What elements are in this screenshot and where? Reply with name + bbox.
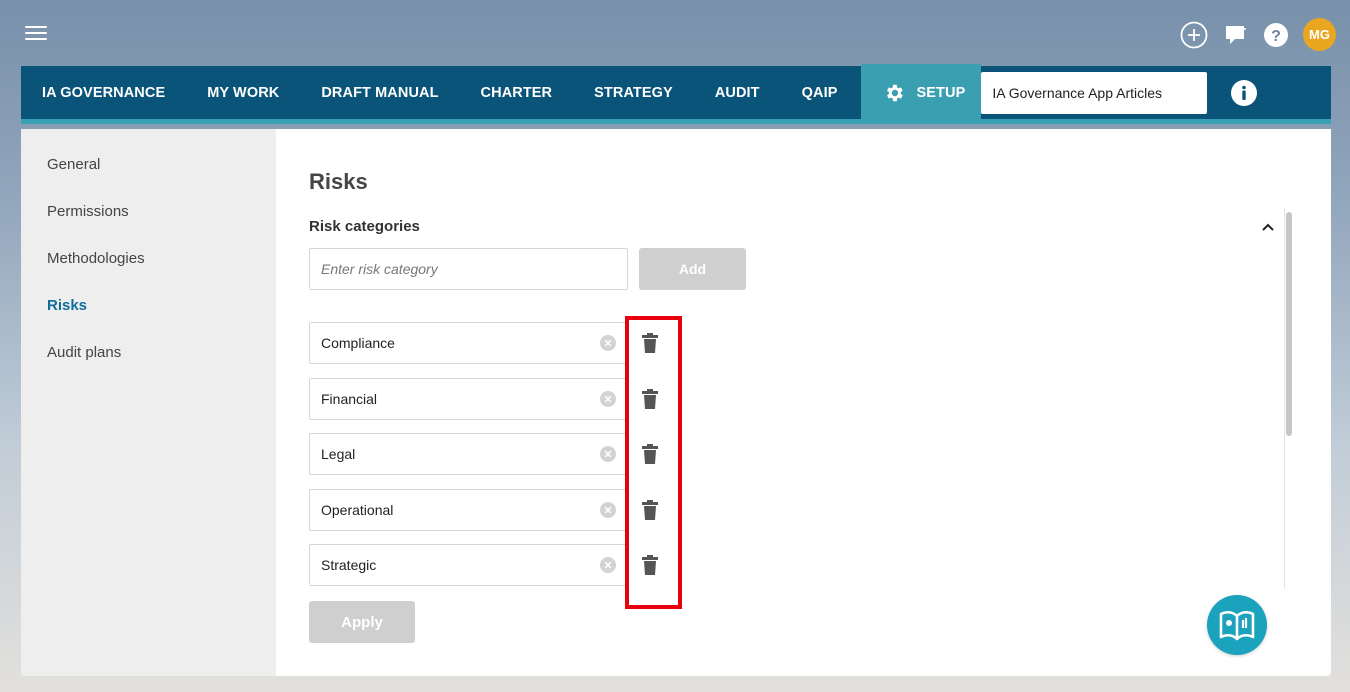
add-button[interactable]: Add <box>639 248 746 290</box>
help-icon[interactable]: ? <box>1262 21 1290 49</box>
apply-button[interactable]: Apply <box>309 601 415 643</box>
nav-qaip[interactable]: QAIP <box>781 64 859 122</box>
category-label: Operational <box>321 502 394 518</box>
scrollbar-thumb[interactable] <box>1286 212 1292 436</box>
main-nav: IA GOVERNANCE MY WORK DRAFT MANUAL CHART… <box>21 63 1331 124</box>
nav-charter[interactable]: CHARTER <box>460 64 574 122</box>
category-field[interactable]: Operational <box>309 489 628 531</box>
chevron-up-icon[interactable] <box>1260 219 1276 235</box>
chat-icon[interactable] <box>1221 21 1249 49</box>
category-field[interactable]: Financial <box>309 378 628 420</box>
main-content: Risks Risk categories Add Compliance Fin… <box>276 129 1331 676</box>
info-icon[interactable] <box>1230 79 1258 107</box>
section-title: Risk categories <box>309 218 420 235</box>
nav-setup-label: SETUP <box>916 84 966 101</box>
clear-icon[interactable] <box>600 446 616 462</box>
nav-my-work[interactable]: MY WORK <box>186 64 300 122</box>
sidebar-item-permissions[interactable]: Permissions <box>21 203 276 250</box>
setup-sidebar: General Permissions Methodologies Risks … <box>21 129 276 676</box>
clear-icon[interactable] <box>600 502 616 518</box>
delete-highlight-box <box>625 316 682 609</box>
sidebar-item-general[interactable]: General <box>21 156 276 203</box>
book-icon <box>1219 610 1255 641</box>
page-title: Risks <box>309 169 368 194</box>
top-bar: ? MG <box>0 0 1350 66</box>
category-label: Strategic <box>321 557 377 573</box>
sidebar-item-audit-plans[interactable]: Audit plans <box>21 344 276 391</box>
clear-icon[interactable] <box>600 557 616 573</box>
content-panel: General Permissions Methodologies Risks … <box>21 129 1331 676</box>
nav-audit[interactable]: AUDIT <box>694 64 781 122</box>
gear-icon <box>883 82 905 104</box>
clear-icon[interactable] <box>600 335 616 351</box>
category-label: Legal <box>321 446 356 462</box>
avatar[interactable]: MG <box>1303 18 1336 51</box>
clear-icon[interactable] <box>600 391 616 407</box>
nav-ia-governance[interactable]: IA GOVERNANCE <box>21 64 186 122</box>
svg-text:?: ? <box>1271 28 1281 45</box>
sidebar-item-methodologies[interactable]: Methodologies <box>21 250 276 297</box>
help-center-button[interactable] <box>1207 595 1267 655</box>
sidebar-item-risks[interactable]: Risks <box>21 297 276 344</box>
top-icons: ? MG <box>1180 18 1336 51</box>
menu-icon[interactable] <box>25 26 47 42</box>
add-circle-icon[interactable] <box>1180 21 1208 49</box>
category-field[interactable]: Legal <box>309 433 628 475</box>
category-field[interactable]: Compliance <box>309 322 628 364</box>
nav-draft-manual[interactable]: DRAFT MANUAL <box>300 64 459 122</box>
category-label: Financial <box>321 391 378 407</box>
nav-setup[interactable]: SETUP <box>860 63 982 122</box>
category-label: Compliance <box>321 335 395 351</box>
risk-category-input[interactable] <box>309 248 628 290</box>
nav-strategy[interactable]: STRATEGY <box>573 64 694 122</box>
article-search-input[interactable] <box>981 71 1208 114</box>
category-field[interactable]: Strategic <box>309 544 628 586</box>
